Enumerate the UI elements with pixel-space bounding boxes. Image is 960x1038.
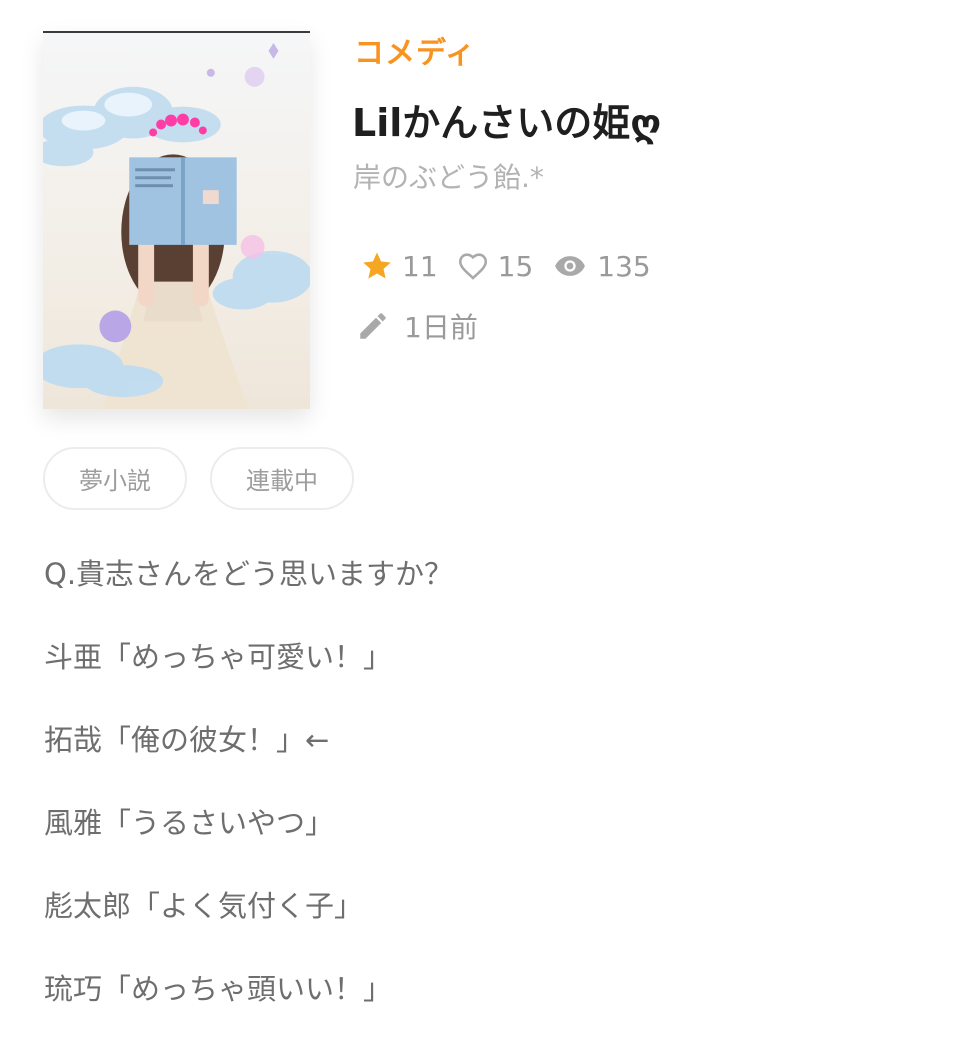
cover-illustration [43,42,310,409]
star-stat[interactable]: 11 [360,249,438,283]
story-detail-page: コメディ Lilかんさいの姫ღ 岸のぶどう飴.* 11 15 135 1日前 夢… [0,0,960,1038]
cover-image[interactable] [43,31,310,409]
view-count: 135 [597,249,651,283]
last-updated: 1日前 [356,304,478,348]
eye-icon [555,256,586,276]
view-stat: 135 [551,249,651,283]
description-line: 彪太郎「よく気付く子」 [44,889,364,923]
pencil-icon [360,313,386,339]
like-stat[interactable]: 15 [456,249,534,283]
heart-outline-icon [458,253,487,280]
genre-label[interactable]: コメディ [354,28,476,72]
description-line: 琉巧「めっちゃ頭いい！」 [44,972,393,1006]
story-title: Lilかんさいの姫ღ [352,101,662,145]
tag-chip[interactable]: 連載中 [210,447,354,510]
description-line: Q.貴志さんをどう思いますか？ [44,557,454,591]
story-description: Q.貴志さんをどう思いますか？ 斗亜「めっちゃ可愛い！」 拓哉「俺の彼女！」← … [44,552,924,1038]
star-count: 11 [402,249,438,283]
description-line: 斗亜「めっちゃ可愛い！」 [44,640,393,674]
story-stats: 11 15 135 [360,244,669,288]
like-count: 15 [497,249,534,283]
updated-time: 1日前 [404,311,478,344]
description-line: 拓哉「俺の彼女！」← [44,723,330,757]
author-name[interactable]: 岸のぶどう飴.* [353,156,544,196]
description-line: 風雅「うるさいやつ」 [44,806,335,840]
tag-chip[interactable]: 夢小説 [43,447,187,510]
star-icon [363,252,391,279]
tag-list: 夢小説 連載中 [43,447,377,510]
